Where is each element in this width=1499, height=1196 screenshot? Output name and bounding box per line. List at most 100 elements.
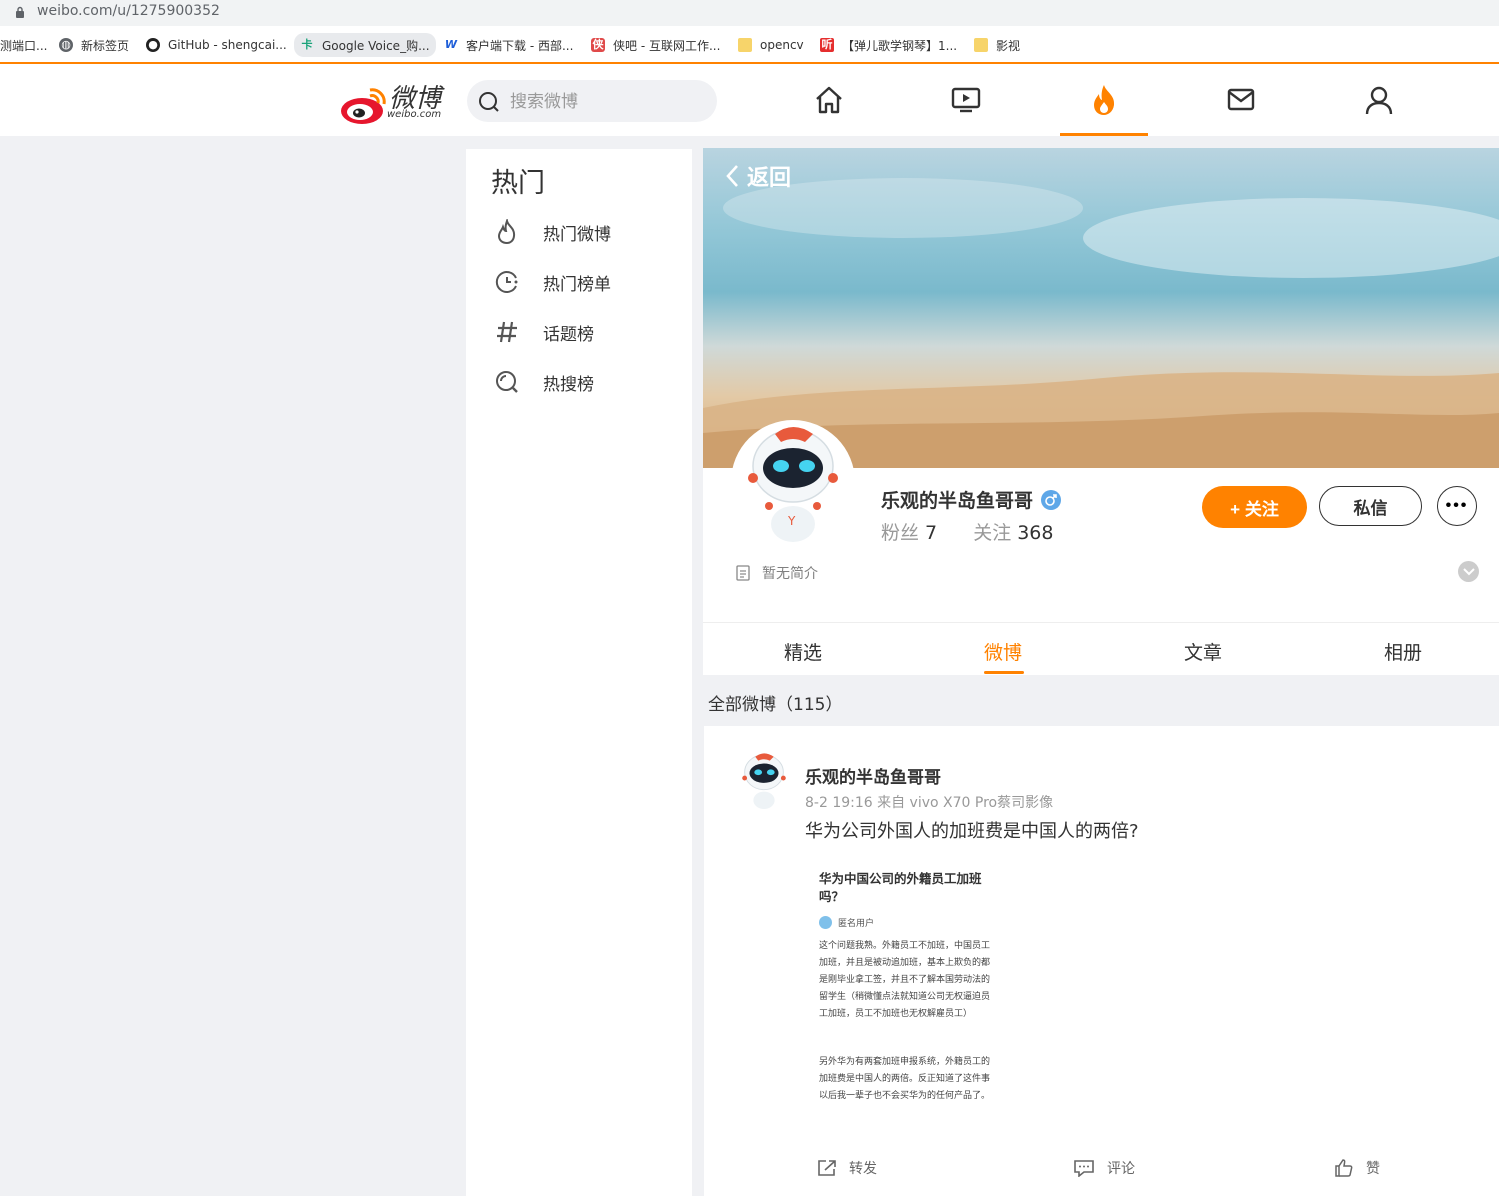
post-meta: 8-2 19:16 来自 vivo X70 Pro蔡司影像 <box>805 795 1054 811</box>
nav-active-indicator <box>1060 133 1148 136</box>
nav-home[interactable] <box>811 82 847 118</box>
male-gender-icon <box>1041 489 1062 510</box>
sidebar-item-label: 热门微博 <box>543 224 611 245</box>
tab-featured[interactable]: 精选 <box>784 638 822 665</box>
bookmark-label: 测端口... <box>0 38 48 53</box>
post-avatar[interactable] <box>734 750 794 810</box>
nav-hot[interactable] <box>1086 82 1122 118</box>
home-icon <box>816 86 842 114</box>
weibo-logo[interactable]: 微博 weibo.com <box>340 78 452 124</box>
message-icon <box>1227 88 1255 111</box>
share-icon <box>818 1160 836 1176</box>
back-label: 返回 <box>747 166 792 191</box>
bookmark-label: 客户端下载 - 西部... <box>466 38 574 53</box>
bookmark-item[interactable]: opencv <box>738 36 804 54</box>
comment-icon <box>1074 1160 1094 1177</box>
bookmark-item[interactable]: ● GitHub - shengcai... <box>146 36 287 54</box>
nav-video[interactable] <box>948 82 984 118</box>
svg-text:Y: Y <box>787 514 796 528</box>
post-author[interactable]: 乐观的半岛鱼哥哥 <box>805 763 941 788</box>
like-button[interactable]: 赞 <box>1334 1158 1380 1178</box>
robot-avatar-icon <box>742 753 786 810</box>
search-input[interactable] <box>508 88 702 116</box>
hot-sidebar: 热门 热门微博 热门榜单 话题榜 热搜榜 <box>466 149 692 1196</box>
user-icon <box>1365 86 1393 115</box>
url-text[interactable]: weibo.com/u/1275900352 <box>37 3 220 19</box>
bookmark-label: 新标签页 <box>81 38 130 53</box>
site-header: 微博 weibo.com <box>0 64 1499 136</box>
bookmark-item[interactable]: 影视 <box>974 36 1020 54</box>
bookmark-label: GitHub - shengcai... <box>168 38 287 52</box>
video-icon <box>951 87 981 113</box>
profile-name: 乐观的半岛鱼哥哥 <box>881 490 1034 512</box>
profile-avatar[interactable]: Y <box>731 420 855 544</box>
expand-bio-button[interactable] <box>1458 561 1479 582</box>
follow-button[interactable]: + 关注 <box>1202 486 1307 528</box>
folder-icon <box>974 38 988 52</box>
bookmark-label: 影视 <box>996 38 1021 53</box>
search-box[interactable] <box>467 80 717 122</box>
sidebar-item-label: 热搜榜 <box>543 374 594 395</box>
weibo-post: 乐观的半岛鱼哥哥 8-2 19:16 来自 vivo X70 Pro蔡司影像 华… <box>704 726 1499 1196</box>
listen-icon: 听 <box>820 38 834 52</box>
bookmark-item[interactable]: ◍ 新标签页 <box>59 36 129 54</box>
comment-button[interactable]: 评论 <box>1073 1158 1135 1178</box>
sidebar-item-hot-weibo[interactable]: 热门微博 <box>491 212 681 252</box>
repost-button[interactable]: 转发 <box>817 1158 877 1178</box>
profile-card: 返回 Y 乐观的半岛鱼哥哥 粉丝 7 关注 368 + 关注 私信 ••• 暂无… <box>703 148 1499 675</box>
thumbs-up-icon <box>1335 1159 1353 1177</box>
tab-active-indicator <box>984 671 1024 674</box>
following-stat[interactable]: 关注 368 <box>973 522 1053 544</box>
search-icon <box>479 92 499 112</box>
private-message-button[interactable]: 私信 <box>1319 486 1422 526</box>
fans-stat[interactable]: 粉丝 7 <box>881 522 937 544</box>
bookmark-item[interactable]: 测端口... <box>0 36 47 54</box>
sidebar-item-label: 话题榜 <box>543 324 594 345</box>
flame-outline-icon <box>497 219 516 245</box>
bookmark-label: Google Voice_购... <box>322 38 430 53</box>
folder-icon <box>738 38 752 52</box>
w-icon: W <box>444 38 458 51</box>
tab-album[interactable]: 相册 <box>1384 638 1422 665</box>
search-rank-icon <box>496 371 518 393</box>
post-text: 华为公司外国人的加班费是中国人的两倍? <box>805 821 1139 842</box>
globe-icon: ◍ <box>59 38 73 52</box>
sidebar-item-label: 热门榜单 <box>543 274 611 295</box>
nav-profile[interactable] <box>1361 82 1397 118</box>
bio-text: 暂无简介 <box>762 566 818 582</box>
following-label: 关注 <box>973 522 1012 544</box>
bookmark-item[interactable]: 侠 侠吧 - 互联网工作... <box>591 36 720 54</box>
card-icon: 卡 <box>301 38 313 51</box>
tab-weibo[interactable]: 微博 <box>984 638 1022 665</box>
image-user-name: 匿名用户 <box>838 919 875 929</box>
bookmark-item[interactable]: 听 【弹儿歌学钢琴】1... <box>820 36 957 54</box>
weibo-count-label[interactable]: 全部微博（115） <box>708 690 842 715</box>
fans-count: 7 <box>925 522 938 544</box>
anonymous-avatar-icon <box>819 916 832 929</box>
robot-avatar-icon: Y <box>748 427 838 542</box>
tabs-divider <box>703 622 1499 623</box>
bookmark-item[interactable]: 卡 Google Voice_购... <box>294 33 436 57</box>
sidebar-title: 热门 <box>491 168 545 199</box>
back-button[interactable]: 返回 <box>723 160 791 192</box>
chevron-left-icon <box>726 165 738 187</box>
bookmark-label: 【弹儿歌学钢琴】1... <box>842 38 958 53</box>
tab-articles[interactable]: 文章 <box>1184 638 1222 665</box>
comment-label: 评论 <box>1107 1161 1135 1177</box>
bookmark-label: opencv <box>760 38 804 52</box>
post-image[interactable]: 华为中国公司的外籍员工加班吗？ 匿名用户 这个问题我熟。外籍员工不加班，中国员工… <box>804 856 1004 1126</box>
hashtag-icon <box>497 321 517 343</box>
logo-domain: weibo.com <box>387 109 442 120</box>
following-count: 368 <box>1017 522 1054 544</box>
browser-url-bar[interactable]: weibo.com/u/1275900352 <box>0 0 1499 26</box>
lock-icon <box>16 6 24 18</box>
sidebar-item-topics[interactable]: 话题榜 <box>491 312 681 352</box>
bookmark-item[interactable]: W 客户端下载 - 西部... <box>444 36 573 54</box>
sidebar-item-hot-search[interactable]: 热搜榜 <box>491 362 681 402</box>
bookmarks-bar: 测端口... ◍ 新标签页 ● GitHub - shengcai... 卡 G… <box>0 26 1499 63</box>
sidebar-item-hot-list[interactable]: 热门榜单 <box>491 262 681 302</box>
nav-message[interactable] <box>1223 82 1259 118</box>
more-options-button[interactable]: ••• <box>1437 486 1477 526</box>
fans-label: 粉丝 <box>881 522 920 544</box>
github-icon: ● <box>146 38 160 52</box>
